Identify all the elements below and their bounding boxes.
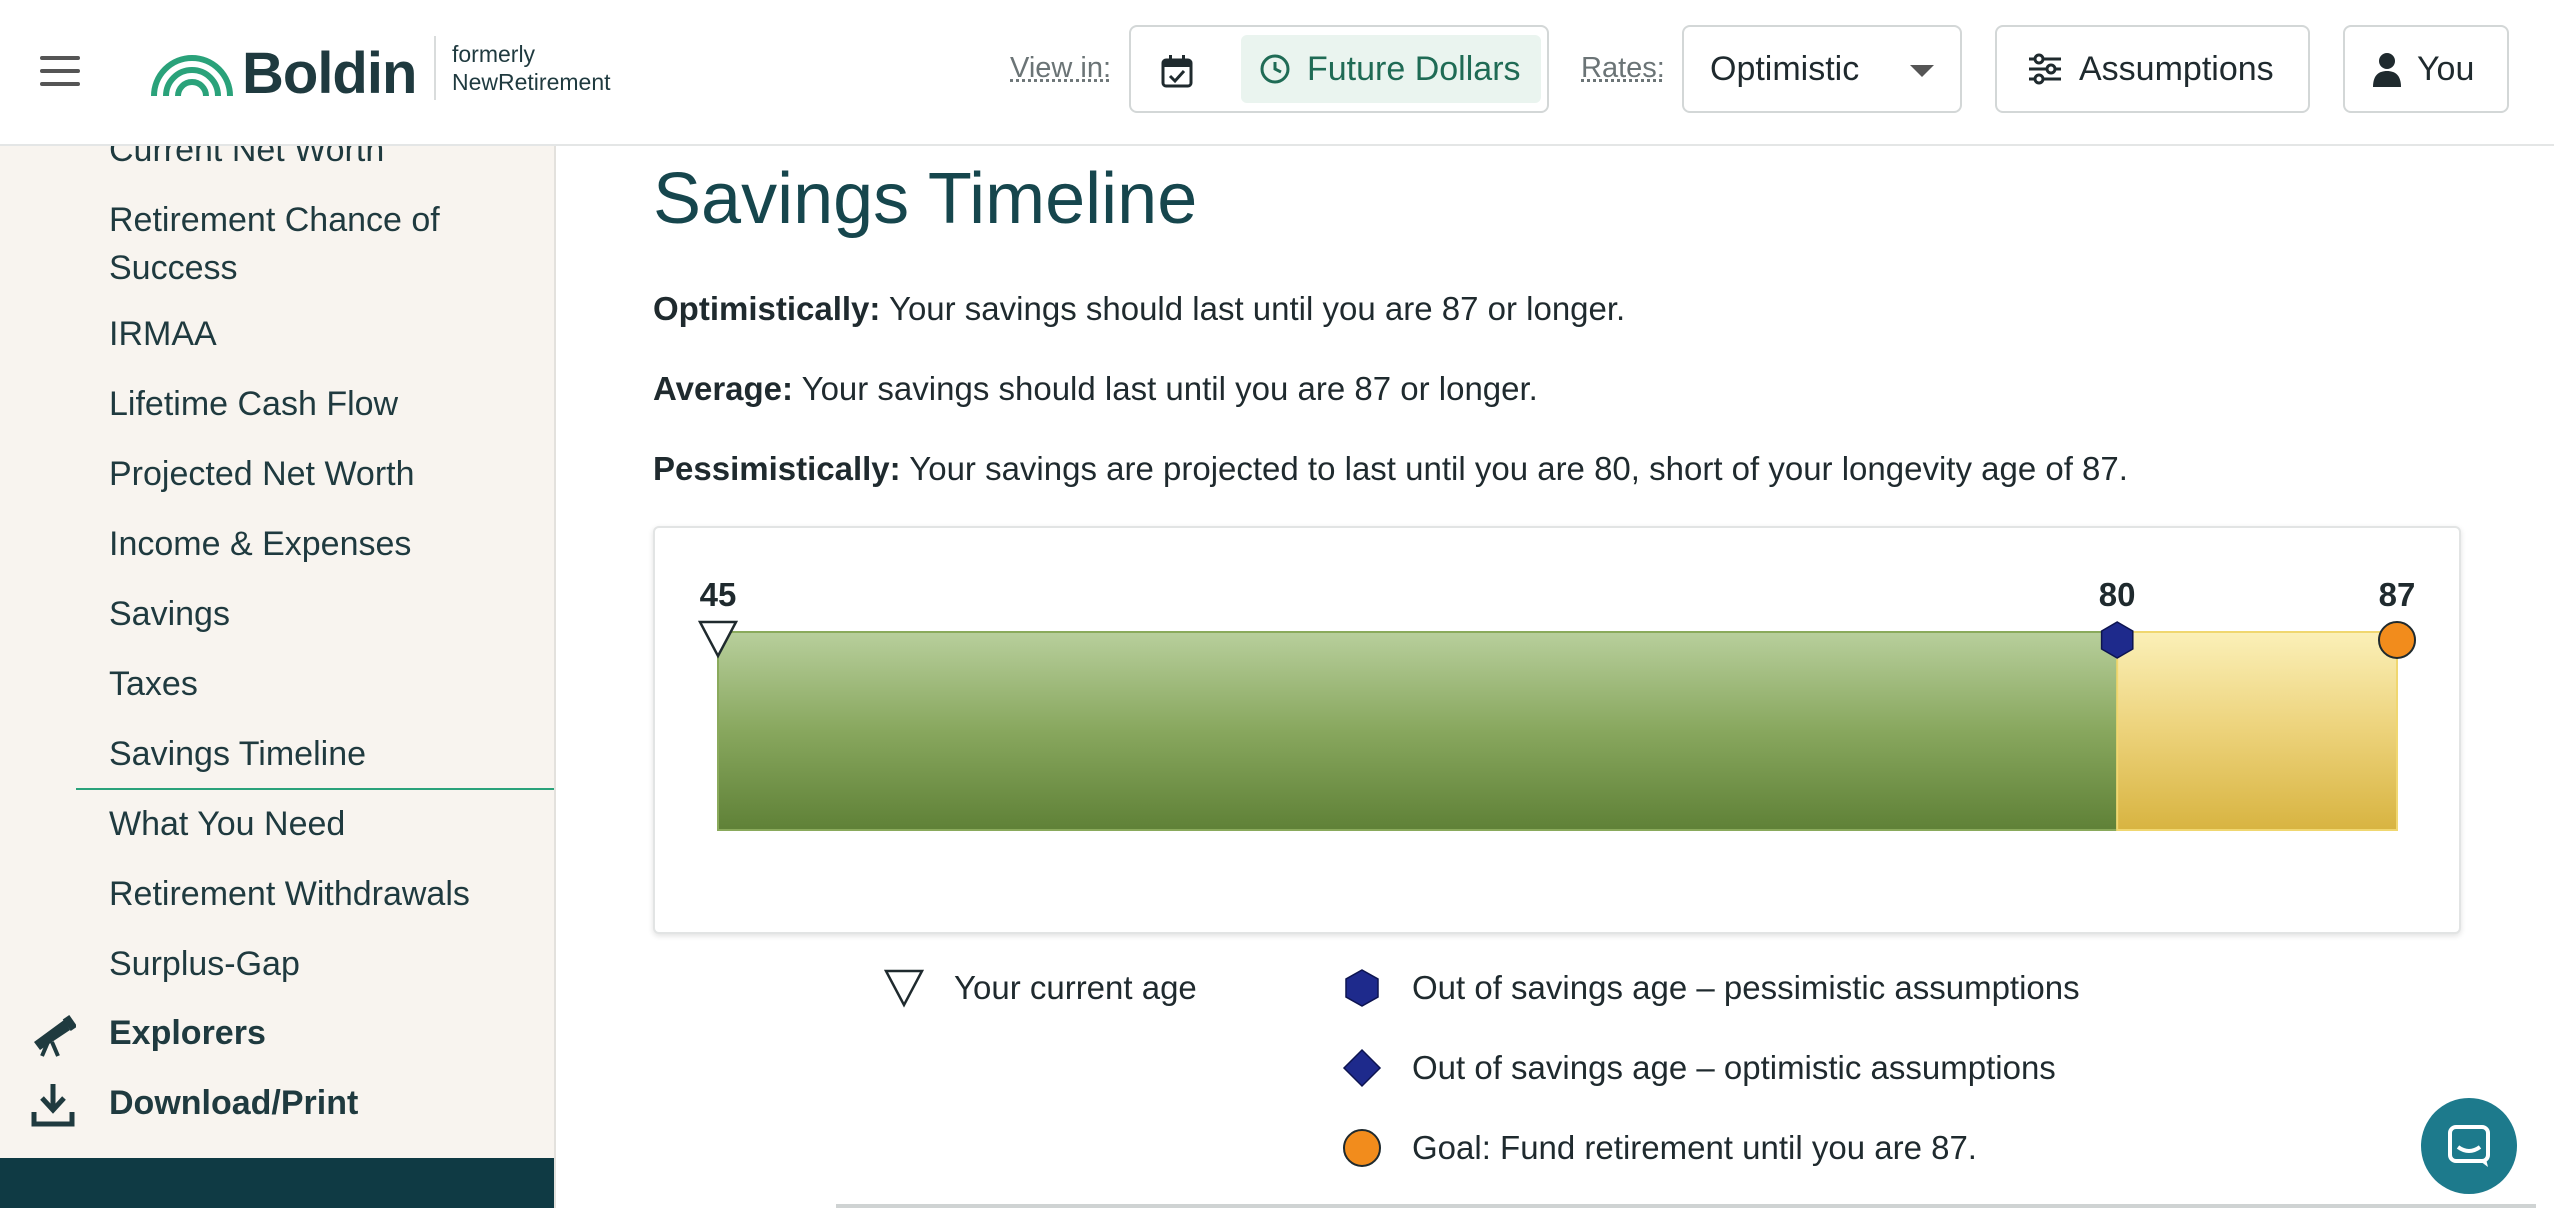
sidebar-item-taxes[interactable]: Taxes: [109, 660, 198, 708]
sliders-icon: [2029, 53, 2061, 85]
download-icon: [31, 1084, 75, 1127]
legend-current-age: Your current age: [884, 968, 1197, 1008]
hexagon-icon: [1345, 969, 1379, 1007]
sidebar-item-projected-net-worth[interactable]: Projected Net Worth: [109, 450, 415, 498]
circle-icon: [1343, 1129, 1381, 1167]
user-menu-button[interactable]: You: [2343, 25, 2509, 113]
diamond-icon: [1342, 1048, 1382, 1088]
sidebar: Current Net Worth Retirement Chance of S…: [0, 146, 556, 1208]
view-in-toggle: Future Dollars: [1129, 25, 1549, 113]
average-text: Your savings should last until you are 8…: [793, 370, 1538, 407]
view-in-label: View in:: [1010, 52, 1112, 84]
rainbow-logo-icon: [151, 54, 233, 96]
sidebar-item-retirement-withdrawals[interactable]: Retirement Withdrawals: [109, 870, 470, 918]
calendar-check-icon: [1161, 55, 1193, 88]
sidebar-item-retirement-chance-line2[interactable]: Success: [109, 244, 238, 292]
rates-value: Optimistic: [1710, 49, 1860, 88]
rates-label: Rates:: [1581, 52, 1665, 84]
legend-pessimistic-label: Out of savings age – pessimistic assumpt…: [1412, 969, 2080, 1006]
formerly-label: formerly NewRetirement: [452, 40, 611, 96]
current-age-label: 45: [700, 576, 737, 613]
rates-select[interactable]: Optimistic: [1682, 25, 1962, 113]
down-triangle-icon: [884, 969, 924, 1008]
logo-divider: [434, 36, 436, 100]
chat-button[interactable]: [2421, 1098, 2517, 1194]
formerly-line1: formerly: [452, 41, 536, 67]
legend-optimistic-label: Out of savings age – optimistic assumpti…: [1412, 1049, 2056, 1086]
chat-icon: [2448, 1125, 2490, 1167]
future-dollars-button[interactable]: Future Dollars: [1241, 35, 1541, 103]
pessimistic-text: Your savings are projected to last until…: [900, 450, 2128, 487]
sidebar-item-download-print[interactable]: Download/Print: [109, 1084, 358, 1123]
chevron-down-icon: [1910, 65, 1934, 77]
today-dollars-button[interactable]: [1155, 49, 1199, 93]
legend-current-age-label: Your current age: [954, 969, 1197, 1006]
user-label: You: [2417, 49, 2475, 88]
sidebar-item-lifetime-cash-flow[interactable]: Lifetime Cash Flow: [109, 380, 398, 428]
timeline-segment-1: [2116, 631, 2398, 831]
future-dollars-icon: [1260, 54, 1290, 84]
pessimistic-label: Pessimistically:: [653, 450, 901, 487]
future-dollars-label: Future Dollars: [1307, 49, 1521, 88]
sidebar-item-savings[interactable]: Savings: [109, 590, 230, 638]
top-header: Boldin formerly NewRetirement View in: F…: [0, 0, 2554, 146]
sidebar-footer: [0, 1158, 554, 1208]
formerly-line2: NewRetirement: [452, 69, 611, 95]
sidebar-item-income-expenses[interactable]: Income & Expenses: [109, 520, 411, 568]
menu-icon[interactable]: [40, 56, 80, 88]
legend-goal: Goal: Fund retirement until you are 87.: [1342, 1128, 1977, 1168]
timeline-segment-0: [717, 631, 2119, 831]
sidebar-item-irmaa[interactable]: IRMAA: [109, 310, 217, 358]
legend-optimistic: Out of savings age – optimistic assumpti…: [1342, 1048, 2056, 1088]
goal-age-label: 87: [2379, 576, 2416, 613]
optimistic-label: Optimistically:: [653, 290, 881, 327]
pessimistic-age-label: 80: [2099, 576, 2136, 613]
sidebar-item-retirement-chance-line1[interactable]: Retirement Chance of: [109, 196, 440, 244]
savings-timeline-chart: 45 80 87: [653, 526, 2461, 934]
average-summary: Average: Your savings should last until …: [653, 370, 1538, 408]
page-title: Savings Timeline: [653, 159, 1198, 239]
horizontal-scrollbar[interactable]: [836, 1204, 2536, 1208]
user-icon: [2373, 53, 2401, 87]
logo-text: Boldin: [242, 41, 417, 106]
sidebar-item-surplus-gap[interactable]: Surplus-Gap: [109, 940, 300, 988]
optimistic-text: Your savings should last until you are 8…: [880, 290, 1626, 327]
assumptions-button[interactable]: Assumptions: [1995, 25, 2310, 113]
average-label: Average:: [653, 370, 794, 407]
goal-marker: [2378, 621, 2416, 659]
sidebar-item-current-net-worth[interactable]: Current Net Worth: [109, 146, 384, 174]
telescope-icon: [34, 1014, 76, 1057]
sidebar-item-what-you-need[interactable]: What You Need: [109, 800, 345, 848]
active-item-indicator: [76, 788, 554, 790]
assumptions-label: Assumptions: [2079, 49, 2274, 88]
timeline-svg: 45 80 87: [697, 576, 2416, 831]
sidebar-item-savings-timeline[interactable]: Savings Timeline: [109, 730, 366, 778]
legend-goal-label: Goal: Fund retirement until you are 87.: [1412, 1129, 1977, 1166]
sidebar-item-explorers[interactable]: Explorers: [109, 1014, 266, 1053]
optimistic-summary: Optimistically: Your savings should last…: [653, 290, 1625, 328]
legend-pessimistic: Out of savings age – pessimistic assumpt…: [1342, 968, 2080, 1008]
boldin-logo[interactable]: Boldin: [148, 40, 417, 107]
pessimistic-summary: Pessimistically: Your savings are projec…: [653, 450, 2128, 488]
